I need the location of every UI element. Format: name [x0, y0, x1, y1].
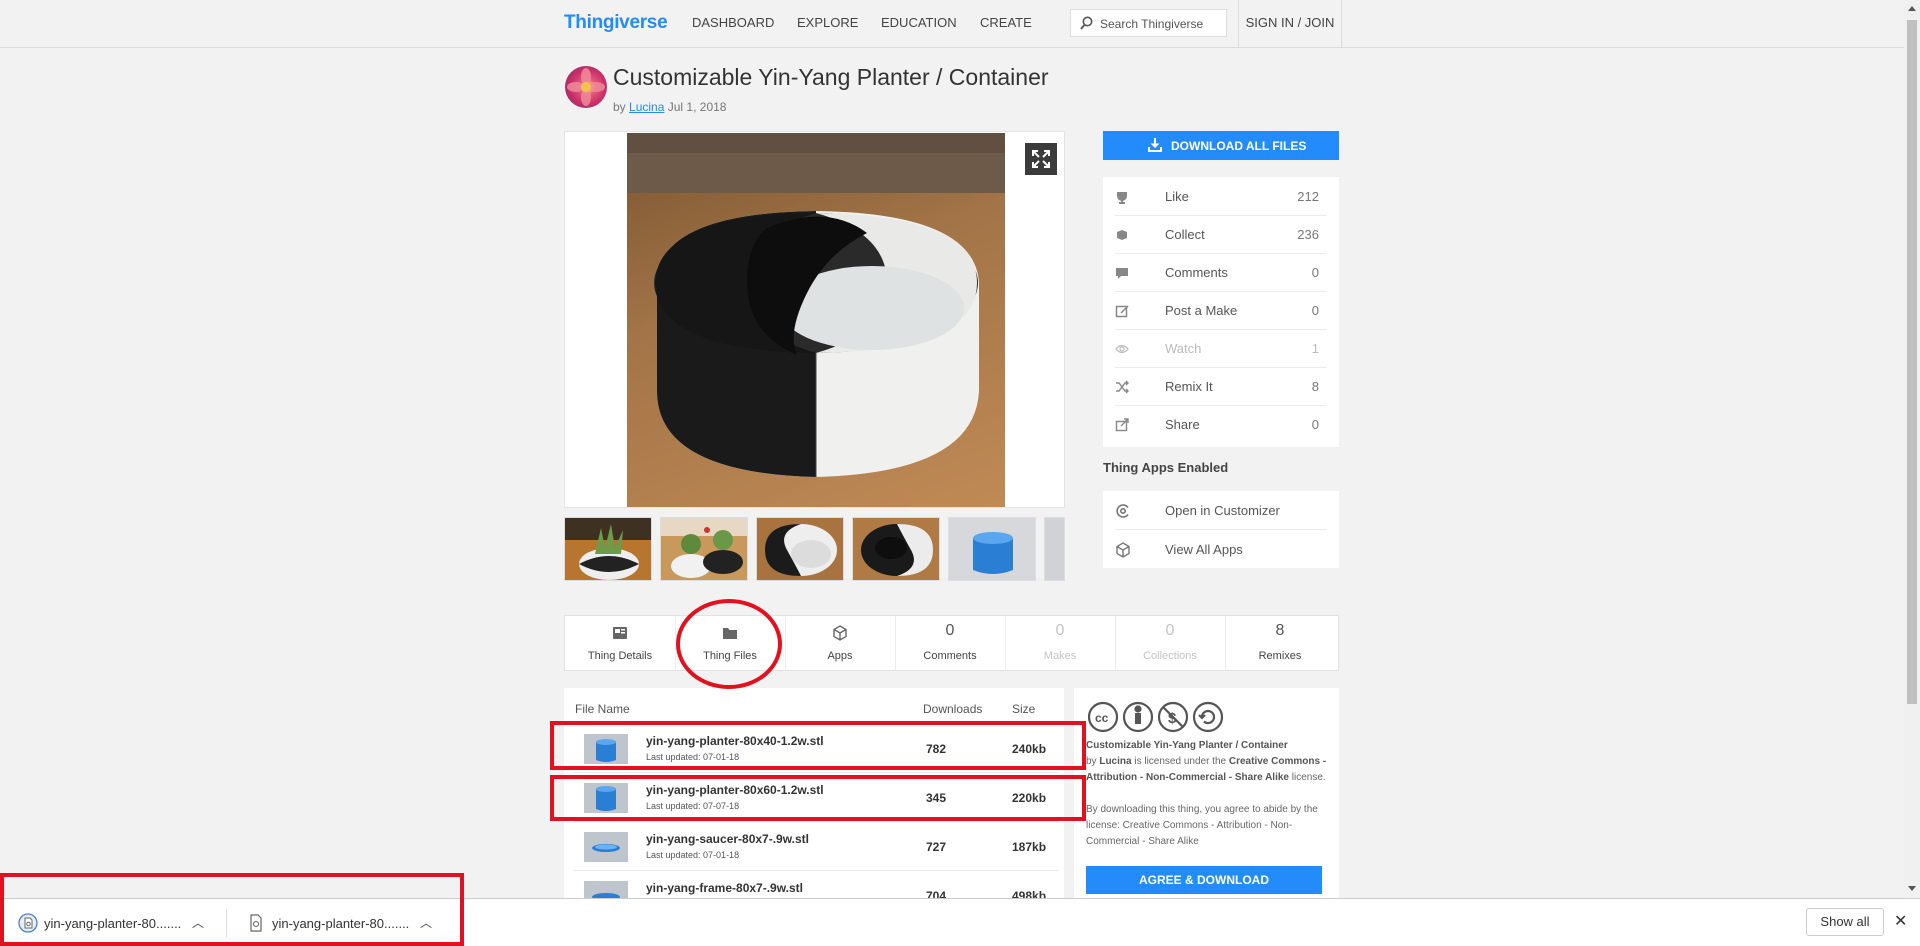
annotation-box-file-row-1 [550, 721, 1086, 770]
thing-title: Customizable Yin-Yang Planter / Containe… [613, 64, 1049, 90]
svg-text:cc: cc [1095, 711, 1109, 725]
trophy-icon [1117, 192, 1127, 204]
flower-avatar-image [567, 68, 605, 106]
thing-apps-heading: Thing Apps Enabled [1103, 460, 1229, 475]
thingiverse-logo[interactable]: Thingiverse [564, 12, 668, 34]
tab-thing-details[interactable]: Thing Details [565, 616, 676, 670]
header-file-name: File Name [575, 702, 630, 716]
thumbnail-5[interactable] [948, 517, 1036, 581]
thing-apps-panel: Open in Customizer View All Apps [1103, 491, 1339, 568]
download-all-label: DOWNLOAD ALL FILES [1171, 139, 1307, 153]
stat-comments[interactable]: Comments 0 [1115, 253, 1327, 292]
stat-remix-it[interactable]: Remix It 8 [1115, 367, 1327, 406]
shuffle-icon [1116, 380, 1129, 394]
tab-makes[interactable]: 0 Makes [1005, 616, 1116, 670]
view-all-apps[interactable]: View All Apps [1115, 530, 1327, 568]
scroll-down-arrow[interactable] [1908, 886, 1916, 891]
nav-dashboard[interactable]: DASHBOARD [692, 15, 774, 30]
search-icon [1080, 16, 1093, 30]
sign-in-join-link[interactable]: SIGN IN / JOIN [1238, 0, 1342, 47]
header-size: Size [1012, 702, 1036, 716]
agree-and-download-button[interactable]: AGREE & DOWNLOAD [1086, 866, 1322, 894]
file-downloads: 704 [926, 889, 947, 898]
tab-remixes[interactable]: 8 Remixes [1225, 616, 1335, 670]
page-scrollbar[interactable] [1904, 0, 1920, 898]
nav-explore[interactable]: EXPLORE [797, 15, 858, 30]
scrollbar-thumb[interactable] [1907, 20, 1917, 704]
file-row[interactable]: yin-yang-frame-80x7-.9w.stl 704 498kb [574, 871, 1058, 898]
file-name: yin-yang-frame-80x7-.9w.stl [646, 881, 803, 895]
nav-create[interactable]: CREATE [980, 15, 1032, 30]
show-all-downloads-button[interactable]: Show all [1806, 908, 1884, 936]
customizer-icon [1116, 504, 1129, 518]
top-nav: Thingiverse DASHBOARD EXPLORE EDUCATION … [0, 0, 1904, 48]
details-icon [613, 627, 627, 639]
share-icon [1115, 418, 1129, 432]
file-thumbnail [584, 881, 628, 898]
file-updated: Last updated: 07-01-18 [646, 850, 740, 860]
creative-commons-icons: cc $ [1088, 701, 1224, 733]
main-image-viewer [564, 131, 1065, 508]
thing-byline: by Lucina Jul 1, 2018 [613, 100, 726, 114]
file-downloads: 727 [926, 840, 947, 854]
tab-collections[interactable]: 0 Collections [1115, 616, 1226, 670]
thumbnail-1[interactable] [564, 517, 652, 581]
comment-icon [1116, 268, 1128, 279]
thing-stats-panel: Like 212 Collect 236 Comments 0 Post a Make… [1103, 177, 1339, 447]
cube-icon [833, 625, 847, 641]
nav-education[interactable]: EDUCATION [881, 15, 957, 30]
eye-icon [1115, 344, 1129, 354]
tab-comments[interactable]: 0 Comments [895, 616, 1006, 670]
thumbnail-3[interactable] [756, 517, 844, 581]
stat-watch[interactable]: Watch 1 [1115, 329, 1327, 368]
yin-yang-planter-photo[interactable] [627, 133, 1005, 507]
annotation-box-downloads-bar [0, 873, 464, 946]
search-box[interactable] [1070, 9, 1227, 37]
annotation-circle-thing-files [676, 599, 782, 689]
license-text: Customizable Yin-Yang Planter / Containe… [1086, 740, 1327, 783]
header-downloads: Downloads [923, 702, 983, 716]
file-thumbnail [584, 832, 628, 862]
author-avatar[interactable] [565, 66, 607, 108]
author-link[interactable]: Lucina [629, 100, 664, 114]
file-size: 187kb [1012, 840, 1047, 854]
license-agreement-note: By downloading this thing, you agree to … [1086, 804, 1318, 847]
by-label: by [613, 100, 626, 114]
stat-post-a-make[interactable]: Post a Make 0 [1115, 291, 1327, 330]
close-downloads-bar-icon[interactable]: ✕ [1894, 911, 1907, 931]
cube-icon [1116, 542, 1130, 558]
thumbnail-4[interactable] [852, 517, 940, 581]
thumbnail-6-partial[interactable] [1044, 517, 1065, 581]
file-size: 498kb [1012, 889, 1047, 898]
collect-icon [1117, 230, 1127, 240]
tab-apps[interactable]: Apps [785, 616, 896, 670]
file-name: yin-yang-saucer-80x7-.9w.stl [646, 832, 809, 846]
thumbnail-2[interactable] [660, 517, 748, 581]
expand-icon [1032, 150, 1050, 168]
fullscreen-button[interactable] [1025, 143, 1057, 175]
download-icon [1148, 138, 1162, 152]
post-make-icon [1115, 305, 1129, 318]
publish-date: Jul 1, 2018 [667, 100, 727, 114]
download-all-files-button[interactable]: DOWNLOAD ALL FILES [1103, 131, 1339, 160]
stat-like[interactable]: Like 212 [1115, 177, 1327, 216]
file-row[interactable]: yin-yang-saucer-80x7-.9w.stl Last update… [574, 822, 1058, 871]
open-in-customizer[interactable]: Open in Customizer [1115, 491, 1327, 530]
stat-collect[interactable]: Collect 236 [1115, 215, 1327, 254]
scroll-up-arrow[interactable] [1908, 6, 1916, 11]
license-panel: cc $ Customizable Yin-Yang Planter / Con… [1074, 688, 1339, 898]
annotation-box-file-row-2 [550, 775, 1086, 821]
stat-share[interactable]: Share 0 [1115, 405, 1327, 443]
search-input[interactable] [1098, 14, 1224, 34]
